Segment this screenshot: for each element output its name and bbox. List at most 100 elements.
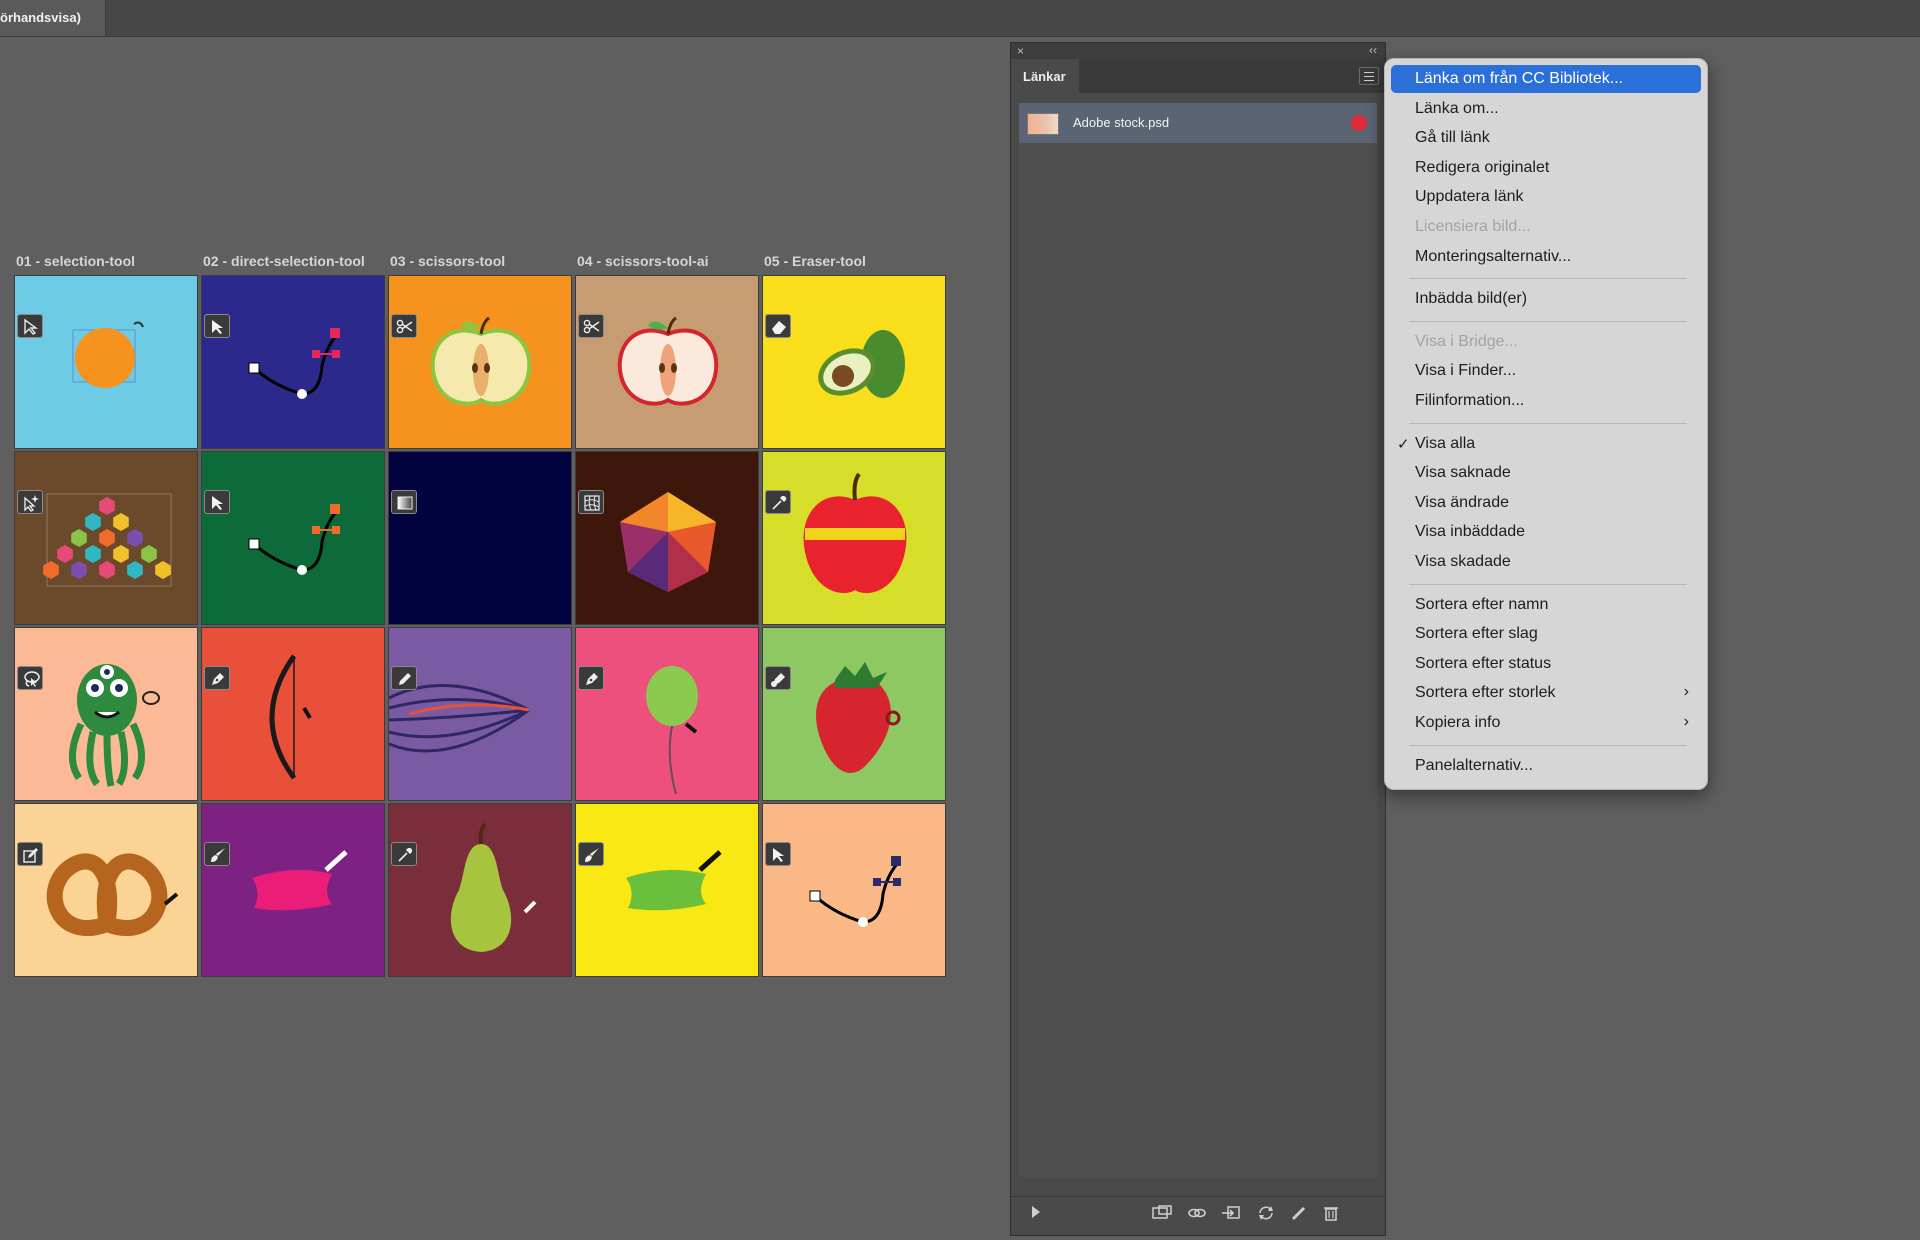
menu-item-länka-om-från-cc-bibliotek[interactable]: Länka om från CC Bibliotek...: [1391, 65, 1701, 93]
artwork-brush-pink: [252, 850, 348, 911]
menu-item-sortera-efter-status[interactable]: Sortera efter status: [1391, 650, 1701, 678]
play-icon[interactable]: [1031, 1205, 1041, 1219]
magic-selection-icon: [17, 490, 43, 514]
menu-item-label: Filinformation...: [1415, 392, 1525, 409]
artboard-tile-6[interactable]: [14, 451, 198, 625]
links-list: [1019, 143, 1377, 1177]
menu-item-visa-ändrade[interactable]: Visa ändrade: [1391, 489, 1701, 517]
menu-item-visa-skadade[interactable]: Visa skadade: [1391, 548, 1701, 576]
relink-icon[interactable]: [1187, 1205, 1207, 1221]
menu-item-label: Sortera efter slag: [1415, 625, 1538, 643]
relink-cc-icon[interactable]: [1151, 1205, 1173, 1221]
menu-item-visa-alla[interactable]: Visa alla ✓: [1391, 430, 1701, 458]
menu-item-sortera-efter-slag[interactable]: Sortera efter slag: [1391, 620, 1701, 648]
artboard-tile-17[interactable]: [201, 803, 385, 977]
artboard-tile-10[interactable]: [762, 451, 946, 625]
scissors-icon: [391, 314, 417, 338]
artboard-tile-20[interactable]: [762, 803, 946, 977]
artboard-tile-5[interactable]: [762, 275, 946, 449]
panel-bottom-toolbar: [1011, 1196, 1385, 1227]
artboard-tile-9[interactable]: [575, 451, 759, 625]
artwork-avocado: [818, 330, 905, 398]
menu-item-sortera-efter-namn[interactable]: Sortera efter namn: [1391, 591, 1701, 619]
column-label-1: 01 - selection-tool: [16, 253, 136, 269]
tab-links[interactable]: Länkar: [1011, 59, 1079, 93]
arrow-solid-icon: [204, 490, 230, 514]
menu-item-visa-saknade[interactable]: Visa saknade: [1391, 459, 1701, 487]
pen-icon: [578, 666, 604, 690]
document-tab[interactable]: örhandsvisa): [0, 0, 106, 36]
menu-item-licensiera-bild: Licensiera bild...: [1391, 213, 1701, 241]
menu-item-länka-om[interactable]: Länka om...: [1391, 95, 1701, 123]
menu-item-label: Sortera efter status: [1415, 654, 1552, 672]
menu-item-uppdatera-länk[interactable]: Uppdatera länk: [1391, 183, 1701, 211]
menu-item-visa-i-bridge: Visa i Bridge...: [1391, 328, 1701, 356]
collapse-icon[interactable]: ‹‹: [1369, 43, 1377, 57]
artboard-tile-1[interactable]: [14, 275, 198, 449]
link-row[interactable]: Adobe stock.psd: [1019, 103, 1377, 143]
eyedropper-icon: [765, 490, 791, 514]
arrow-solid-icon: [765, 842, 791, 866]
lasso-icon: [17, 666, 43, 690]
update-link-icon[interactable]: [1257, 1205, 1275, 1221]
eraser-icon: [765, 314, 791, 338]
artboard-tile-18[interactable]: [388, 803, 572, 977]
artboard-tile-11[interactable]: [14, 627, 198, 801]
artboard-tile-15[interactable]: [762, 627, 946, 801]
trash-icon[interactable]: [1323, 1205, 1339, 1221]
artwork-path-orange: [248, 504, 340, 575]
links-panel: × ‹‹ Länkar Adobe stock.psd: [1010, 42, 1386, 1236]
menu-item-visa-inbäddade[interactable]: Visa inbäddade: [1391, 518, 1701, 546]
blob-icon: [765, 666, 791, 690]
arrow-outline-icon: [17, 314, 43, 338]
column-label-5: 05 - Eraser-tool: [764, 253, 866, 269]
menu-item-gå-till-länk[interactable]: Gå till länk: [1391, 124, 1701, 152]
artwork-pear: [450, 822, 537, 952]
link-thumbnail: [1027, 113, 1059, 135]
document-tab-bar: örhandsvisa): [0, 0, 1920, 37]
menu-item-kopiera-info[interactable]: Kopiera info ›: [1391, 709, 1701, 737]
menu-item-label: Sortera efter namn: [1415, 595, 1549, 613]
artboard-tile-19[interactable]: [575, 803, 759, 977]
artwork-pretzel: [46, 853, 179, 936]
menu-item-redigera-originalet[interactable]: Redigera originalet: [1391, 154, 1701, 182]
menu-item-filinformation[interactable]: Filinformation...: [1391, 387, 1701, 415]
menu-item-label: Uppdatera länk: [1415, 188, 1524, 206]
edit-original-icon[interactable]: [1291, 1205, 1307, 1221]
menu-item-panelalternativ[interactable]: Panelalternativ...: [1391, 752, 1701, 780]
menu-item-label: Inbädda bild(er): [1415, 290, 1528, 308]
panel-menu-button[interactable]: [1359, 67, 1379, 85]
menu-item-label: Visa saknade: [1415, 464, 1511, 482]
gradient-icon: [391, 490, 417, 514]
artwork-strands: [389, 684, 530, 753]
artboard-tile-12[interactable]: [201, 627, 385, 801]
artboard-tile-4[interactable]: [575, 275, 759, 449]
menu-item-label: Visa alla: [1415, 434, 1476, 452]
artboard-tile-16[interactable]: [14, 803, 198, 977]
menu-item-label: Panelalternativ...: [1415, 756, 1533, 774]
artboard-tile-14[interactable]: [575, 627, 759, 801]
artboard-tile-2[interactable]: [201, 275, 385, 449]
artwork-red-apple: [803, 472, 907, 594]
menu-separator: [1409, 278, 1687, 280]
column-label-2: 02 - direct-selection-tool: [203, 253, 365, 269]
menu-item-monteringsalternativ[interactable]: Monteringsalternativ...: [1391, 243, 1701, 271]
close-icon[interactable]: ×: [1017, 44, 1024, 58]
pen-icon: [204, 666, 230, 690]
artwork-octopus: [69, 664, 160, 787]
artboard-tile-13[interactable]: [388, 627, 572, 801]
artboard-tile-8[interactable]: [388, 451, 572, 625]
artboard-tile-3[interactable]: [388, 275, 572, 449]
menu-item-sortera-efter-storlek[interactable]: Sortera efter storlek ›: [1391, 679, 1701, 707]
menu-item-label: Kopiera info: [1415, 714, 1501, 731]
go-to-link-icon[interactable]: [1221, 1205, 1241, 1221]
link-status-icon: [1351, 115, 1367, 131]
menu-item-label: Länka om från CC Bibliotek...: [1415, 70, 1624, 87]
menu-item-visa-i-finder[interactable]: Visa i Finder...: [1391, 357, 1701, 385]
menu-separator: [1409, 583, 1687, 585]
artwork-hexagons: [43, 493, 172, 587]
artboard-tile-7[interactable]: [201, 451, 385, 625]
menu-item-inbädda-bild-er[interactable]: Inbädda bild(er): [1391, 285, 1701, 313]
menu-item-label: Visa inbäddade: [1415, 523, 1526, 541]
artwork-none: [389, 452, 572, 625]
